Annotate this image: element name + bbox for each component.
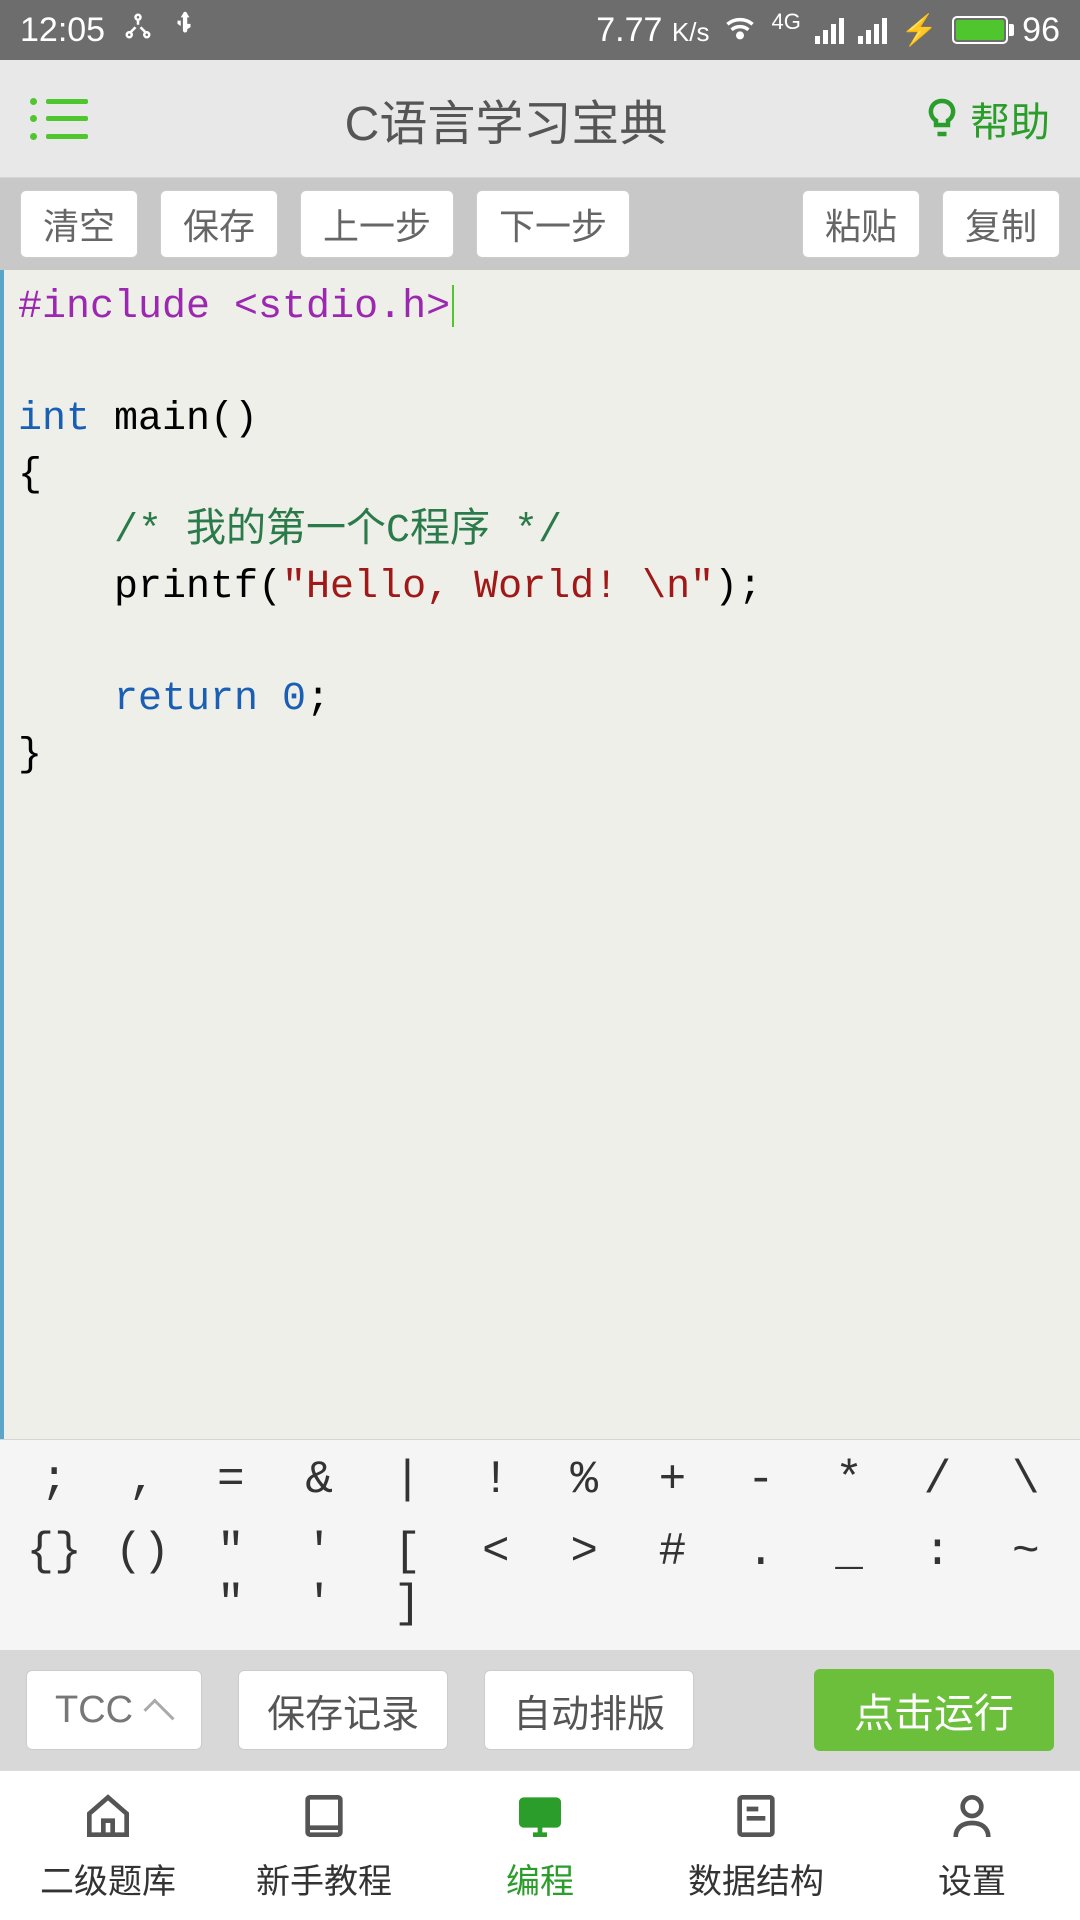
nav-label: 二级题库 <box>40 1854 176 1903</box>
symbol-keyboard: ;,=&|!%+-*/\ {}()" "' '[ ]<>#._:~ <box>0 1439 1080 1650</box>
nav-settings[interactable]: 设置 <box>864 1771 1080 1920</box>
code-editor[interactable]: #include <stdio.h> int main() { /* 我的第一个… <box>0 270 1080 1439</box>
nav-data-structure[interactable]: 数据结构 <box>648 1771 864 1920</box>
compiler-label: TCC <box>55 1689 133 1732</box>
nav-label: 数据结构 <box>688 1854 824 1903</box>
compiler-selector[interactable]: TCC <box>26 1670 202 1750</box>
symbol-key[interactable]: / <box>896 1454 978 1506</box>
symbol-key[interactable]: " " <box>190 1526 272 1630</box>
save-button[interactable]: 保存 <box>160 190 278 258</box>
signal-icon-1 <box>815 16 844 44</box>
wifi-icon <box>723 11 757 50</box>
home-icon <box>80 1788 136 1844</box>
nav-coding[interactable]: 编程 <box>432 1771 648 1920</box>
symbol-key[interactable]: - <box>720 1454 802 1506</box>
symbol-key[interactable]: [ ] <box>366 1526 448 1630</box>
action-bar: TCC 保存记录 自动排版 点击运行 <box>0 1650 1080 1770</box>
symbol-key[interactable]: ~ <box>985 1526 1067 1630</box>
battery-pct: 96 <box>1022 11 1060 50</box>
symbol-key[interactable]: > <box>543 1526 625 1630</box>
symbol-key[interactable]: () <box>101 1526 183 1630</box>
save-record-button[interactable]: 保存记录 <box>238 1670 448 1750</box>
share-icon <box>123 11 153 50</box>
symbol-key[interactable]: ! <box>455 1454 537 1506</box>
bottom-nav: 二级题库 新手教程 编程 数据结构 设置 <box>0 1770 1080 1920</box>
symbol-key[interactable]: ' ' <box>278 1526 360 1630</box>
text-cursor <box>452 285 454 327</box>
menu-icon[interactable] <box>46 99 88 139</box>
net-type: 4G <box>771 9 800 35</box>
auto-format-button[interactable]: 自动排版 <box>484 1670 694 1750</box>
netspeed: 7.77 K/s <box>596 11 709 50</box>
undo-button[interactable]: 上一步 <box>300 190 454 258</box>
symbol-key[interactable]: ; <box>13 1454 95 1506</box>
document-icon <box>728 1788 784 1844</box>
editor-toolbar: 清空 保存 上一步 下一步 粘贴 复制 <box>0 178 1080 270</box>
nav-label: 编程 <box>506 1854 574 1903</box>
book-icon <box>296 1788 352 1844</box>
battery-icon <box>952 16 1008 44</box>
run-button[interactable]: 点击运行 <box>814 1669 1054 1751</box>
symbol-key[interactable]: : <box>896 1526 978 1630</box>
symbol-key[interactable]: + <box>631 1454 713 1506</box>
symbol-key[interactable]: , <box>101 1454 183 1506</box>
symbol-key[interactable]: \ <box>985 1454 1067 1506</box>
help-button[interactable]: 帮助 <box>924 90 1050 148</box>
monitor-icon <box>512 1788 568 1844</box>
symbol-key[interactable]: = <box>190 1454 272 1506</box>
symbol-key[interactable]: < <box>455 1526 537 1630</box>
app-header: C语言学习宝典 帮助 <box>0 60 1080 178</box>
status-time: 12:05 <box>20 11 105 50</box>
nav-tutorial[interactable]: 新手教程 <box>216 1771 432 1920</box>
symbol-key[interactable]: * <box>808 1454 890 1506</box>
symbol-key[interactable]: % <box>543 1454 625 1506</box>
symbol-key[interactable]: _ <box>808 1526 890 1630</box>
bulb-icon <box>924 96 960 142</box>
clear-button[interactable]: 清空 <box>20 190 138 258</box>
help-label: 帮助 <box>970 90 1050 148</box>
nav-exam-bank[interactable]: 二级题库 <box>0 1771 216 1920</box>
symbol-key[interactable]: {} <box>13 1526 95 1630</box>
symbol-key[interactable]: # <box>631 1526 713 1630</box>
charging-icon: ⚡ <box>901 13 938 48</box>
symbol-key[interactable]: | <box>366 1454 448 1506</box>
nav-label: 设置 <box>938 1854 1006 1903</box>
nav-label: 新手教程 <box>256 1854 392 1903</box>
user-icon <box>944 1788 1000 1844</box>
paste-button[interactable]: 粘贴 <box>802 190 920 258</box>
symbol-key[interactable]: & <box>278 1454 360 1506</box>
status-bar: 12:05 7.77 K/s 4G ⚡ 96 <box>0 0 1080 60</box>
chevron-up-icon <box>144 1698 175 1729</box>
symbol-key[interactable]: . <box>720 1526 802 1630</box>
signal-icon-2 <box>858 16 887 44</box>
usb-icon <box>171 9 197 52</box>
redo-button[interactable]: 下一步 <box>476 190 630 258</box>
copy-button[interactable]: 复制 <box>942 190 1060 258</box>
page-title: C语言学习宝典 <box>88 84 924 154</box>
